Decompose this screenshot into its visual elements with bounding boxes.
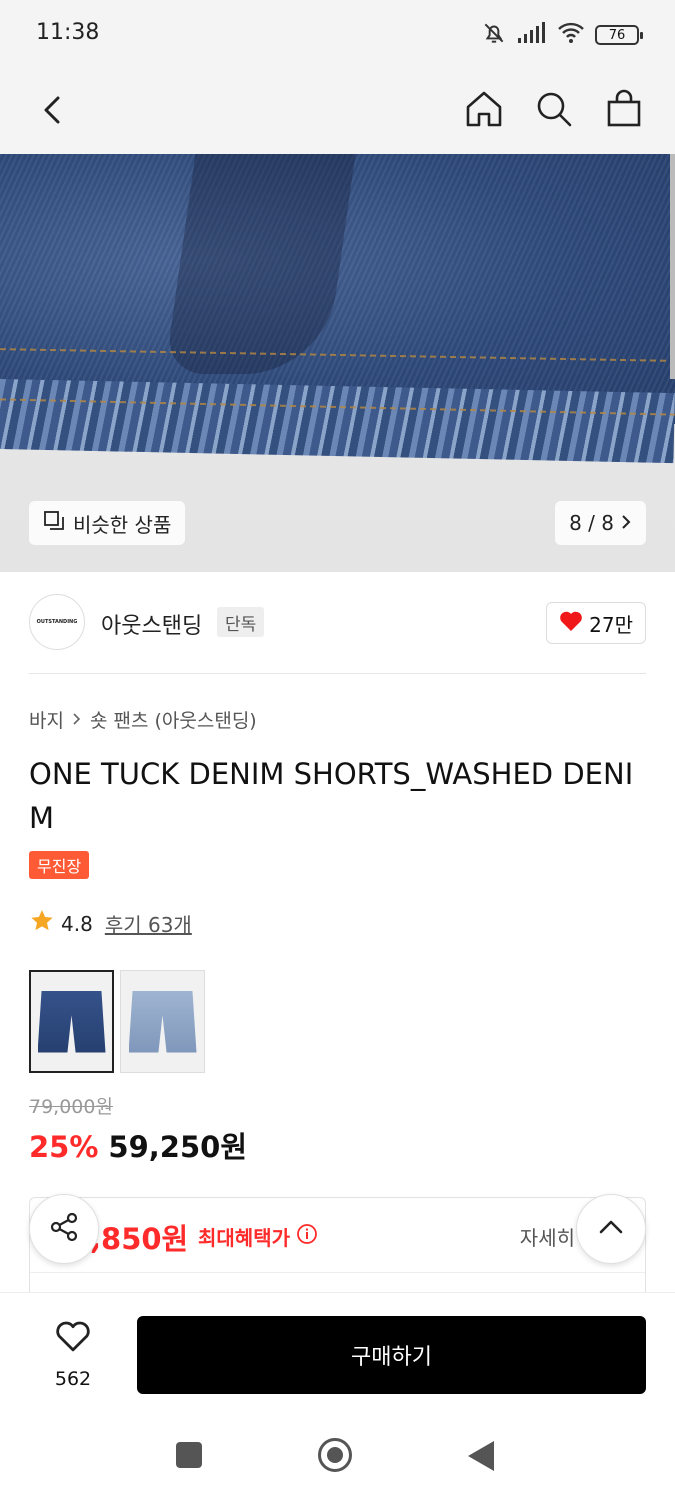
back-icon[interactable] (34, 90, 74, 130)
rating-row: 4.8 후기 63개 (29, 908, 192, 939)
heart-outline-icon (54, 1319, 92, 1358)
battery-icon: 76 (595, 25, 643, 45)
breadcrumb: 바지 숏 팬츠 (아웃스탠딩) (29, 706, 257, 733)
denim-hem (0, 379, 675, 464)
discount-rate: 25% (29, 1130, 99, 1164)
chevron-right-icon (72, 709, 82, 731)
rating-value: 4.8 (61, 911, 93, 936)
brand-logo[interactable]: OUTSTANDING (29, 594, 85, 650)
color-option-light[interactable] (120, 970, 205, 1073)
wishlist-count: 562 (54, 1368, 92, 1390)
wifi-icon (557, 22, 585, 48)
chevron-up-icon (596, 1212, 626, 1246)
brand-like-count: 27만 (589, 612, 633, 637)
max-benefit-box[interactable]: ,850원 최대혜택가 자세히 (29, 1197, 646, 1307)
color-option-dark[interactable] (29, 970, 114, 1073)
similar-products-button[interactable]: 비슷한 상품 (29, 501, 186, 545)
info-icon[interactable] (296, 1223, 318, 1250)
breadcrumb-category[interactable]: 바지 (29, 706, 64, 733)
similar-products-label: 비슷한 상품 (73, 512, 172, 537)
signal-icon (517, 22, 547, 48)
star-icon (29, 908, 55, 939)
brand-row: OUTSTANDING 아웃스탠딩 단독 27만 (29, 594, 646, 652)
battery-level: 76 (608, 27, 626, 43)
share-icon (47, 1210, 81, 1248)
exclusive-tag: 단독 (217, 607, 265, 637)
buy-button[interactable]: 구매하기 (137, 1316, 646, 1394)
image-pager[interactable]: 8 / 8 (555, 501, 646, 545)
image-pager-text: 8 / 8 (569, 511, 614, 535)
max-benefit-label: 최대혜택가 (198, 1222, 318, 1251)
max-benefit-price: ,850원 (90, 1222, 189, 1256)
promo-badge: 무진장 (29, 851, 90, 879)
wishlist-button[interactable]: 562 (38, 1319, 108, 1390)
home-icon[interactable] (463, 88, 505, 130)
shopping-bag-icon[interactable] (603, 88, 645, 130)
divider (29, 673, 646, 674)
similar-products-icon (43, 510, 65, 537)
search-icon[interactable] (533, 88, 575, 130)
product-title: ONE TUCK DENIM SHORTS_WASHED DENIM (29, 757, 634, 835)
product-image[interactable]: 비슷한 상품 8 / 8 (0, 154, 675, 572)
heart-filled-icon (559, 610, 583, 637)
sale-price: 59,250원 (108, 1130, 248, 1164)
image-scrollbar (670, 154, 675, 379)
original-price: 79,000원 (29, 1096, 113, 1118)
system-back-icon[interactable] (468, 1441, 494, 1471)
status-time: 11:38 (36, 20, 100, 45)
benefit-detail-link[interactable]: 자세히 (520, 1222, 575, 1251)
system-nav-bar (0, 1412, 675, 1500)
color-options (29, 970, 205, 1073)
divider (30, 1272, 645, 1273)
home-button-icon[interactable] (318, 1438, 352, 1472)
price-row: 25% 59,250원 (29, 1124, 247, 1166)
reviews-link[interactable]: 후기 63개 (105, 909, 192, 938)
brand-name[interactable]: 아웃스탠딩 (101, 608, 202, 640)
brand-like-button[interactable]: 27만 (546, 602, 646, 644)
share-button[interactable] (29, 1194, 99, 1264)
top-nav (0, 68, 675, 154)
mute-icon (481, 20, 507, 50)
status-icons: 76 (481, 20, 643, 50)
bottom-action-bar: 562 구매하기 (0, 1292, 675, 1412)
recent-apps-icon[interactable] (176, 1442, 202, 1468)
scroll-top-button[interactable] (576, 1194, 646, 1264)
chevron-right-icon (620, 511, 632, 535)
shorts-thumbnail (37, 990, 106, 1053)
shorts-thumbnail (128, 990, 197, 1053)
status-bar: 11:38 76 (0, 0, 675, 68)
breadcrumb-subcategory[interactable]: 숏 팬츠 (아웃스탠딩) (90, 706, 257, 733)
